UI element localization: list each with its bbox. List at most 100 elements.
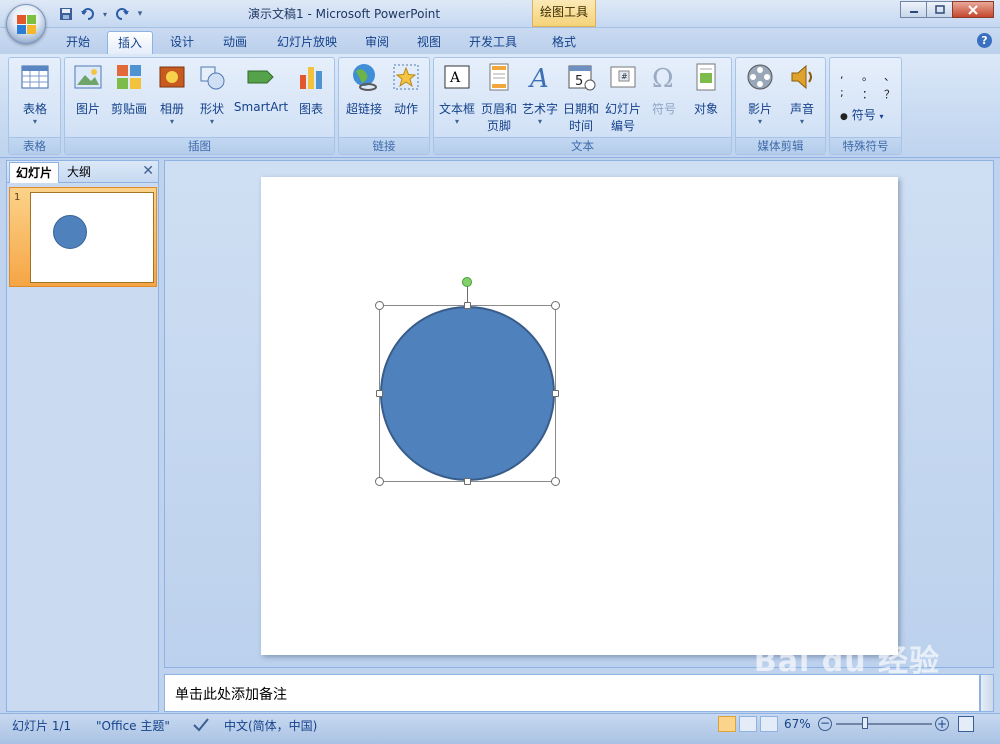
status-theme: "Office 主题": [96, 719, 170, 733]
resize-handle-bottom-left[interactable]: [375, 477, 384, 486]
special-char[interactable]: ,: [840, 68, 844, 81]
slide-sorter-view-icon[interactable]: [739, 716, 757, 732]
slide-number-icon: #: [610, 66, 636, 88]
tab-outline[interactable]: 大纲: [61, 162, 97, 183]
resize-handle-bottom-right[interactable]: [551, 477, 560, 486]
zoom-level[interactable]: 67%: [784, 717, 811, 731]
close-button[interactable]: [952, 1, 994, 18]
action-button[interactable]: 动作: [387, 61, 425, 117]
resize-handle-bottom[interactable]: [464, 478, 471, 485]
customize-qat-button[interactable]: ▾: [134, 5, 146, 23]
redo-button[interactable]: [112, 5, 132, 23]
zoom-slider-thumb[interactable]: [862, 717, 868, 729]
shapes-button[interactable]: 形状 ▾: [193, 61, 231, 127]
slide-canvas[interactable]: [261, 177, 898, 655]
undo-button[interactable]: [78, 5, 98, 23]
hyperlink-button[interactable]: 超链接: [343, 61, 385, 117]
header-footer-button[interactable]: 页眉和 页脚: [478, 61, 520, 134]
window-title: 演示文稿1 - Microsoft PowerPoint: [248, 7, 441, 21]
bullet-icon: ●: [840, 112, 848, 122]
group-text: A 文本框 ▾ 页眉和 页脚 A 艺术字 ▾ 5 日期和 时间 # 幻灯片 编号 Ω 符号…: [433, 57, 732, 155]
zoom-slider[interactable]: [836, 723, 932, 725]
ribbon-tabs: 开始 插入 设计 动画 幻灯片放映 审阅 视图 开发工具 格式 ?: [0, 28, 1000, 54]
object-button[interactable]: 对象: [686, 61, 726, 117]
svg-text:#: #: [621, 72, 628, 81]
group-table: 表格 ▾ 表格: [8, 57, 61, 155]
tab-insert[interactable]: 插入: [107, 31, 153, 54]
help-icon[interactable]: ?: [977, 33, 992, 48]
resize-handle-top-left[interactable]: [375, 301, 384, 310]
office-button[interactable]: [6, 4, 46, 44]
group-links: 超链接 动作 链接: [338, 57, 430, 155]
resize-handle-right[interactable]: [552, 390, 559, 397]
group-label-text: 文本: [434, 137, 731, 154]
special-symbol-button[interactable]: ● 符号 ▾: [840, 106, 884, 123]
chart-button[interactable]: 图表: [291, 61, 331, 117]
minimize-button[interactable]: [900, 1, 927, 18]
tab-animations[interactable]: 动画: [213, 31, 257, 54]
smartart-button[interactable]: SmartArt: [233, 61, 289, 114]
status-language: 中文(简体，中国): [224, 719, 318, 733]
picture-button[interactable]: 图片: [69, 61, 107, 117]
tab-view[interactable]: 视图: [407, 31, 451, 54]
zoom-in-icon[interactable]: +: [935, 717, 949, 731]
thumbnail-circle-shape: [53, 215, 87, 249]
save-icon: [60, 8, 72, 20]
save-button[interactable]: [56, 5, 76, 23]
slides-pane-tabs: 幻灯片 大纲 ✕: [7, 161, 158, 183]
view-buttons: [718, 716, 778, 732]
textbox-icon: A: [444, 65, 470, 89]
special-char[interactable]: ;: [840, 86, 844, 99]
slide-thumbnail-number: 1: [14, 192, 21, 203]
slide-thumbnail-selected[interactable]: 1: [9, 187, 157, 287]
wordart-button[interactable]: A 艺术字 ▾: [520, 61, 560, 127]
header-footer-icon: [489, 63, 509, 91]
resize-handle-top-right[interactable]: [551, 301, 560, 310]
fit-to-window-icon[interactable]: [958, 716, 974, 732]
table-button[interactable]: 表格 ▾: [13, 61, 57, 127]
rotation-handle[interactable]: [462, 277, 472, 287]
textbox-button[interactable]: A 文本框 ▾: [436, 61, 478, 127]
undo-dropdown[interactable]: ▾: [100, 5, 110, 23]
smartart-icon: [247, 70, 274, 84]
drawing-tools-context-title: 绘图工具: [532, 0, 596, 27]
tab-home[interactable]: 开始: [56, 31, 100, 54]
zoom-out-icon[interactable]: −: [818, 717, 832, 731]
symbol-button[interactable]: Ω 符号: [646, 61, 682, 117]
tab-slides[interactable]: 幻灯片: [9, 162, 60, 183]
clipart-button[interactable]: 剪贴画: [109, 61, 149, 117]
calendar-icon: 5: [568, 65, 596, 91]
baidu-watermark-url: jingyan.baidu.com: [829, 694, 922, 705]
status-slide-count: 幻灯片 1/1: [12, 719, 72, 733]
album-button[interactable]: 相册 ▾: [153, 61, 191, 127]
maximize-button[interactable]: [926, 1, 953, 18]
close-pane-icon[interactable]: ✕: [142, 163, 154, 179]
title-bar: ▾ ▾ 演示文稿1 - Microsoft PowerPoint 绘图工具: [0, 0, 1000, 44]
wordart-icon: A: [528, 64, 549, 94]
tab-review[interactable]: 审阅: [355, 31, 399, 54]
normal-view-icon[interactable]: [718, 716, 736, 732]
special-char[interactable]: ：: [862, 86, 873, 102]
undo-icon: [81, 8, 94, 20]
special-char[interactable]: 。: [862, 68, 873, 84]
tab-format[interactable]: 格式: [540, 31, 588, 54]
datetime-button[interactable]: 5 日期和 时间: [560, 61, 602, 134]
slideshow-view-icon[interactable]: [760, 716, 778, 732]
notes-scrollbar[interactable]: [980, 674, 994, 712]
tab-design[interactable]: 设计: [160, 31, 204, 54]
spellcheck-icon[interactable]: [192, 716, 210, 735]
sound-button[interactable]: 声音 ▾: [782, 61, 822, 127]
svg-text:A: A: [528, 64, 549, 93]
shapes-icon: [200, 66, 225, 90]
movie-button[interactable]: 影片 ▾: [740, 61, 780, 127]
special-char[interactable]: 、: [884, 68, 895, 84]
slide-thumbnail[interactable]: [30, 192, 154, 283]
resize-handle-left[interactable]: [376, 390, 383, 397]
tab-developer[interactable]: 开发工具: [460, 31, 526, 54]
resize-handle-top[interactable]: [464, 302, 471, 309]
globe-link-icon: [353, 64, 377, 91]
slide-number-button[interactable]: # 幻灯片 编号: [602, 61, 644, 134]
tab-slideshow[interactable]: 幻灯片放映: [268, 31, 346, 54]
slides-pane: 幻灯片 大纲 ✕ 1: [6, 160, 159, 712]
special-char[interactable]: ？: [884, 86, 895, 102]
